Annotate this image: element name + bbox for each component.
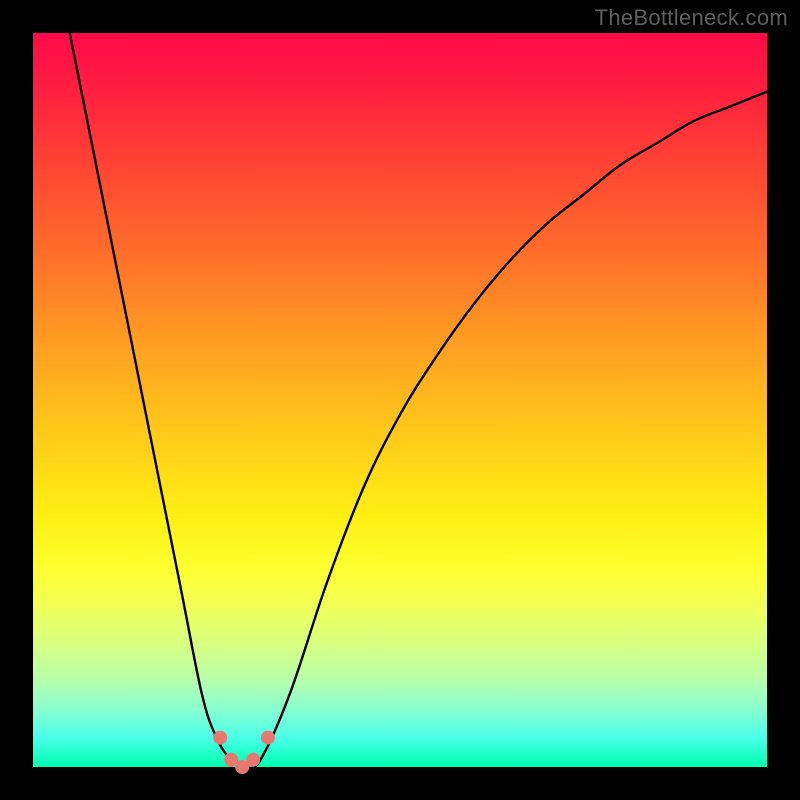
marker-dot bbox=[213, 731, 227, 745]
watermark-text: TheBottleneck.com bbox=[595, 5, 788, 31]
chart-svg bbox=[33, 33, 767, 767]
marker-dot bbox=[261, 731, 275, 745]
plot-area bbox=[33, 33, 767, 767]
marker-dot bbox=[246, 753, 260, 767]
curve-path bbox=[70, 33, 767, 768]
chart-frame: TheBottleneck.com bbox=[0, 0, 800, 800]
